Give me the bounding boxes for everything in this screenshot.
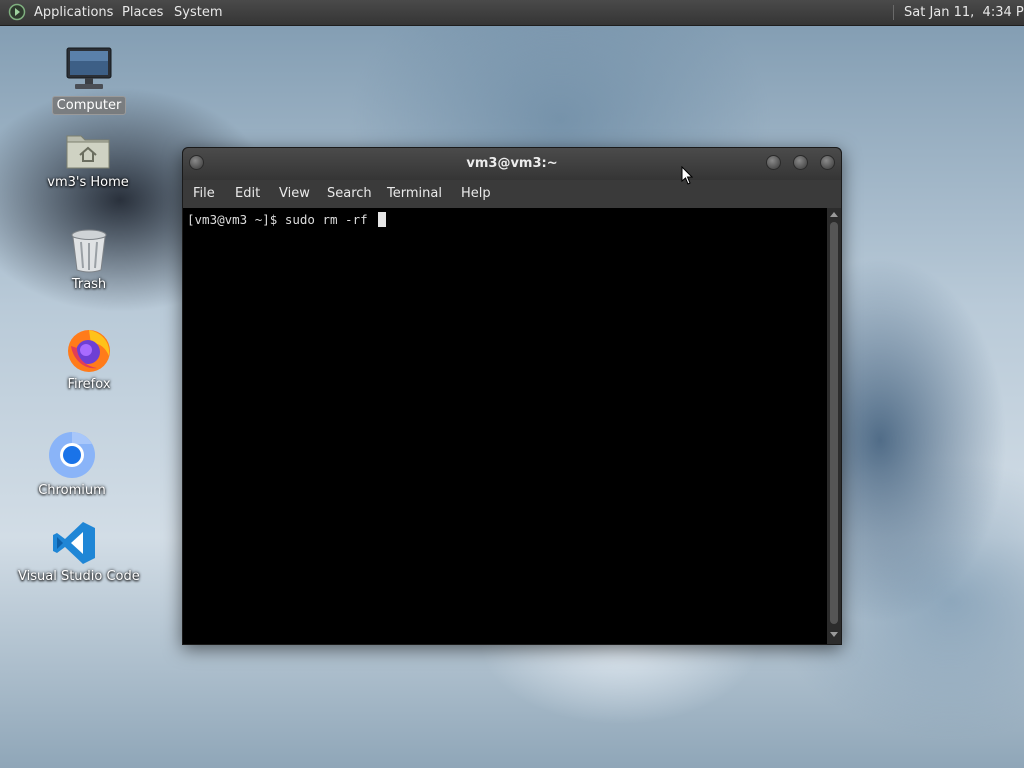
vscode-icon <box>53 522 95 564</box>
typed-command: sudo rm -rf <box>284 212 376 227</box>
system-menu[interactable]: System <box>174 4 222 21</box>
mouse-pointer-icon <box>681 166 693 185</box>
window-titlebar[interactable]: vm3@vm3:~ <box>183 148 841 180</box>
home-folder-icon <box>66 135 110 169</box>
firefox-icon <box>68 330 110 372</box>
terminal-output[interactable]: [vm3@vm3 ~]$ sudo rm -rf <box>183 208 827 644</box>
terminal-line: [vm3@vm3 ~]$ sudo rm -rf <box>187 212 387 227</box>
desktop-icon-label: vm3's Home <box>47 175 129 190</box>
desktop-icon-vscode[interactable]: Visual Studio Code <box>14 520 140 585</box>
top-panel: Applications Places System Sat Jan 11, 4… <box>0 0 1024 26</box>
distro-logo-icon[interactable] <box>8 3 26 21</box>
desktop-icon-trash[interactable]: Trash <box>48 228 130 293</box>
close-button[interactable] <box>820 155 835 170</box>
terminal-window[interactable]: vm3@vm3:~ File Edit View Search Terminal… <box>182 147 842 645</box>
chromium-icon <box>49 432 95 478</box>
menu-search[interactable]: Search <box>327 185 372 202</box>
text-cursor <box>378 212 387 227</box>
menu-help[interactable]: Help <box>461 185 491 202</box>
panel-separator <box>893 5 894 20</box>
menu-edit[interactable]: Edit <box>235 185 260 202</box>
minimize-button[interactable] <box>766 155 781 170</box>
trash-icon <box>71 229 107 273</box>
desktop-icon-label: Chromium <box>38 483 106 498</box>
menu-terminal[interactable]: Terminal <box>387 185 442 202</box>
desktop-icon-label: Firefox <box>67 377 111 392</box>
desktop-icon-label: Trash <box>71 277 107 292</box>
desktop-icon-home[interactable]: vm3's Home <box>40 128 136 191</box>
desktop-icon-label: Visual Studio Code <box>18 569 140 584</box>
vertical-scrollbar[interactable] <box>827 208 841 644</box>
clock[interactable]: Sat Jan 11, 4:34 PM <box>904 4 1024 21</box>
places-menu[interactable]: Places <box>122 4 163 21</box>
menu-file[interactable]: File <box>193 185 215 202</box>
scroll-up-arrow-icon[interactable] <box>830 212 838 217</box>
desktop-icon-firefox[interactable]: Firefox <box>48 326 130 393</box>
window-title: vm3@vm3:~ <box>466 156 558 171</box>
scroll-thumb[interactable] <box>830 222 838 624</box>
maximize-button[interactable] <box>793 155 808 170</box>
desktop-icon-computer[interactable]: Computer <box>48 46 130 115</box>
desktop-icon-label: Computer <box>51 96 127 115</box>
shell-prompt: [vm3@vm3 ~]$ <box>187 212 285 227</box>
computer-icon <box>66 47 112 89</box>
menu-view[interactable]: View <box>279 185 310 202</box>
scroll-down-arrow-icon[interactable] <box>830 632 838 637</box>
applications-menu[interactable]: Applications <box>34 4 113 21</box>
terminal-menubar: File Edit View Search Terminal Help <box>183 180 841 207</box>
desktop-icon-chromium[interactable]: Chromium <box>30 430 114 499</box>
